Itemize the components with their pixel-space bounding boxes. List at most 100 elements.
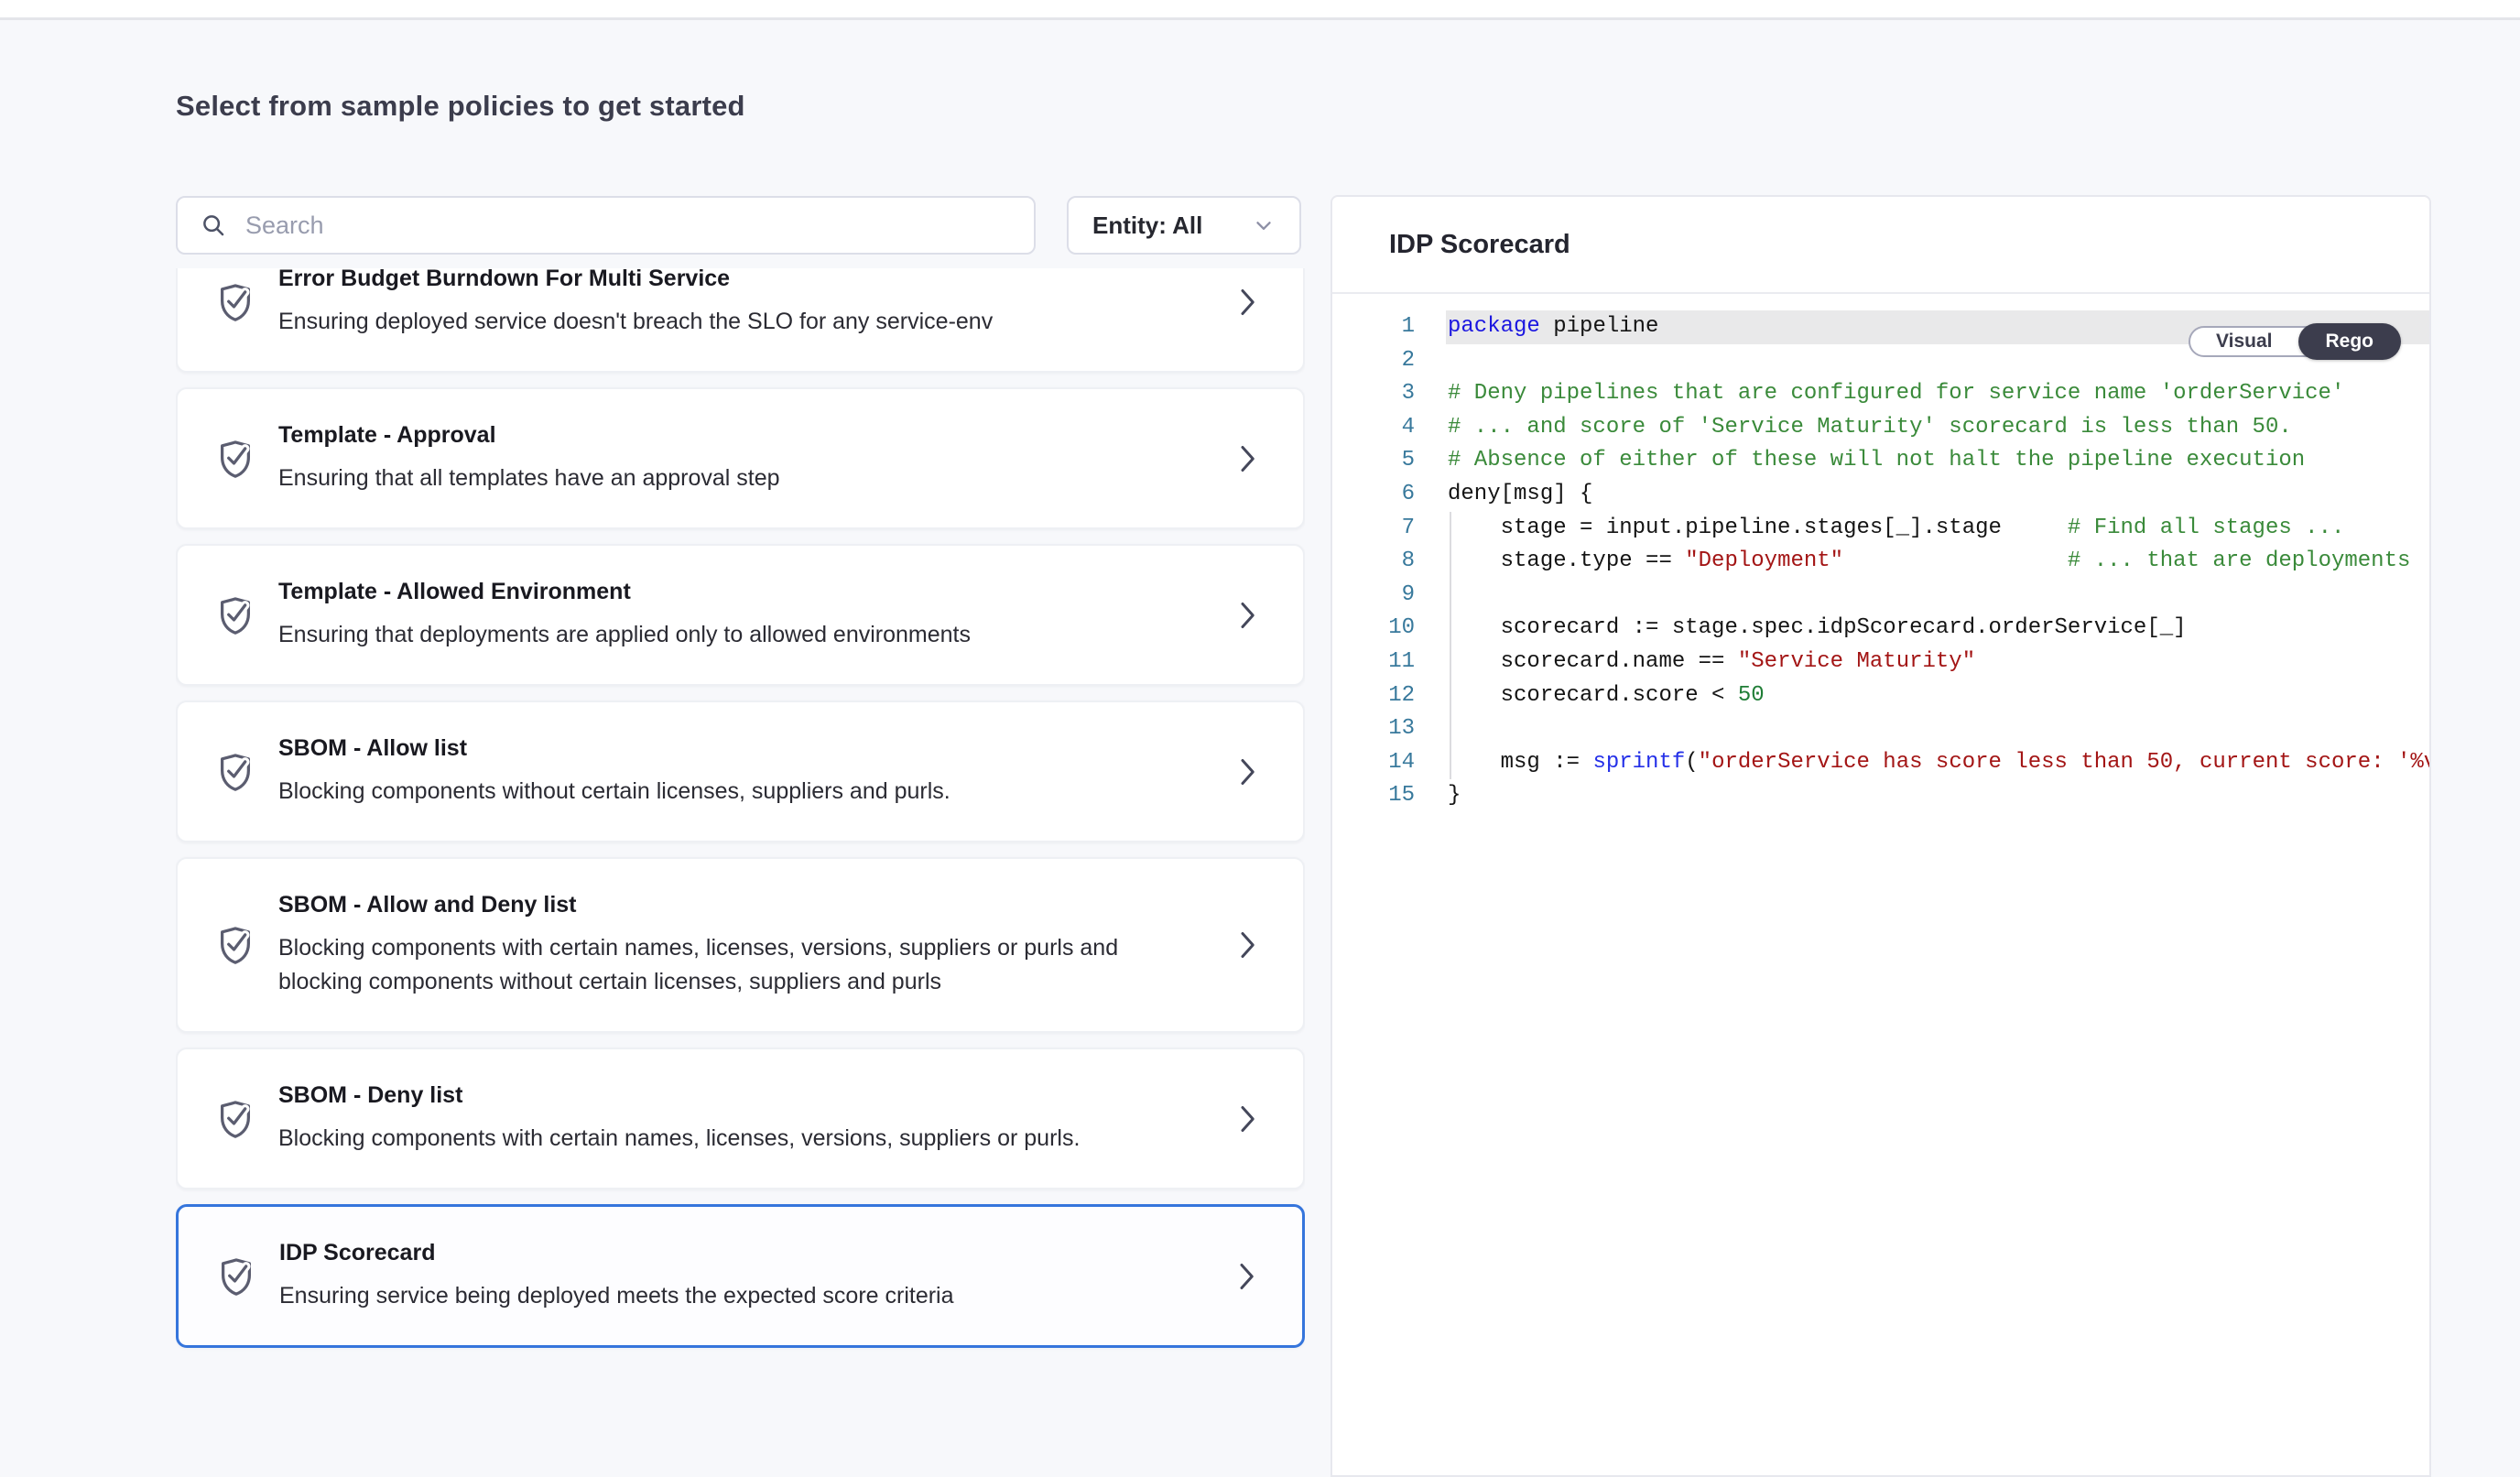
code-line-content: # ... and score of 'Service Maturity' sc… bbox=[1446, 411, 2429, 445]
code-line: 9 bbox=[1332, 579, 2429, 613]
chevron-right-icon bbox=[1233, 1258, 1260, 1295]
code-line: 10 scorecard := stage.spec.idpScorecard.… bbox=[1332, 612, 2429, 646]
line-number: 11 bbox=[1332, 646, 1415, 679]
policy-item-body: SBOM - Allow and Deny list Blocking comp… bbox=[278, 891, 1139, 999]
code-line-content: scorecard.score < 50 bbox=[1446, 679, 2429, 713]
line-number: 12 bbox=[1332, 679, 1415, 713]
mode-option-rego[interactable]: Rego bbox=[2298, 323, 2402, 360]
policy-item-description: Ensuring deployed service doesn't breach… bbox=[278, 305, 993, 339]
code-line: 12 scorecard.score < 50 bbox=[1332, 679, 2429, 713]
policy-item-description: Blocking components with certain names, … bbox=[278, 931, 1139, 999]
policy-list-item[interactable]: IDP Scorecard Ensuring service being dep… bbox=[176, 1204, 1305, 1348]
code-line: 8 stage.type == "Deployment" # ... that … bbox=[1332, 545, 2429, 579]
policy-item-body: SBOM - Allow list Blocking components wi… bbox=[278, 734, 950, 809]
policy-item-title: SBOM - Deny list bbox=[278, 1081, 1080, 1110]
shield-check-icon bbox=[214, 1096, 256, 1142]
shield-check-icon bbox=[215, 1254, 257, 1299]
shield-check-icon bbox=[214, 592, 256, 638]
shield-check-icon bbox=[214, 749, 256, 795]
code-line-content: stage.type == "Deployment" # ... that ar… bbox=[1446, 545, 2429, 579]
code-line: 7 stage = input.pipeline.stages[_].stage… bbox=[1332, 512, 2429, 546]
code-line-content: } bbox=[1446, 779, 2429, 813]
policy-detail-title: IDP Scorecard bbox=[1389, 230, 1570, 260]
line-number: 9 bbox=[1332, 579, 1415, 613]
policy-list-item[interactable]: SBOM - Allow and Deny list Blocking comp… bbox=[176, 857, 1305, 1033]
policy-item-description: Ensuring that all templates have an appr… bbox=[278, 462, 780, 495]
search-input[interactable] bbox=[245, 212, 1012, 240]
code-line: 15} bbox=[1332, 779, 2429, 813]
shield-check-icon bbox=[214, 922, 256, 968]
policy-list: Error Budget Burndown For Multi Service … bbox=[176, 268, 1305, 1355]
policy-item-description: Ensuring service being deployed meets th… bbox=[279, 1279, 954, 1313]
indent-guide bbox=[1450, 512, 1451, 779]
line-number: 5 bbox=[1332, 444, 1415, 478]
line-number: 8 bbox=[1332, 545, 1415, 579]
policy-list-item[interactable]: Error Budget Burndown For Multi Service … bbox=[176, 268, 1305, 373]
chevron-right-icon bbox=[1233, 597, 1261, 634]
policy-detail-header: IDP Scorecard bbox=[1332, 197, 2429, 294]
line-number: 10 bbox=[1332, 612, 1415, 646]
code-line: 3 # Deny pipelines that are configured fo… bbox=[1332, 377, 2429, 411]
code-line-content: scorecard.name == "Service Maturity" bbox=[1446, 646, 2429, 679]
policy-list-item[interactable]: Template - Approval Ensuring that all te… bbox=[176, 387, 1305, 529]
line-number: 3 bbox=[1332, 377, 1415, 411]
policy-item-title: SBOM - Allow and Deny list bbox=[278, 891, 1139, 919]
policy-list-item[interactable]: SBOM - Deny list Blocking components wit… bbox=[176, 1048, 1305, 1189]
line-number: 1 bbox=[1332, 310, 1415, 344]
chevron-right-icon bbox=[1233, 1101, 1261, 1137]
search-icon bbox=[200, 212, 227, 239]
policy-item-title: IDP Scorecard bbox=[279, 1239, 954, 1267]
policy-detail-panel: IDP Scorecard VisualRego 1package pipeli… bbox=[1331, 195, 2431, 1477]
entity-filter-label: Entity: All bbox=[1092, 212, 1202, 240]
code-line: 6 deny[msg] { bbox=[1332, 478, 2429, 512]
policy-item-description: Blocking components with certain names, … bbox=[278, 1122, 1080, 1156]
line-number: 14 bbox=[1332, 746, 1415, 780]
policy-item-body: Template - Allowed Environment Ensuring … bbox=[278, 578, 971, 652]
code-line: 4 # ... and score of 'Service Maturity' s… bbox=[1332, 411, 2429, 445]
code-line-content: scorecard := stage.spec.idpScorecard.ord… bbox=[1446, 612, 2429, 646]
policy-item-body: Error Budget Burndown For Multi Service … bbox=[278, 268, 993, 339]
chevron-right-icon bbox=[1233, 284, 1261, 320]
code-line-content: # Absence of either of these will not ha… bbox=[1446, 444, 2429, 478]
code-line-content: deny[msg] { bbox=[1446, 478, 2429, 512]
code-line: 14 msg := sprintf("orderService has scor… bbox=[1332, 746, 2429, 780]
policy-item-title: SBOM - Allow list bbox=[278, 734, 950, 763]
search-box[interactable] bbox=[176, 196, 1036, 255]
code-line-content: stage = input.pipeline.stages[_].stage #… bbox=[1446, 512, 2429, 546]
shield-check-icon bbox=[214, 436, 256, 482]
policy-list-item[interactable]: Template - Allowed Environment Ensuring … bbox=[176, 544, 1305, 686]
line-number: 2 bbox=[1332, 344, 1415, 378]
policy-item-body: IDP Scorecard Ensuring service being dep… bbox=[279, 1239, 954, 1313]
code-line-content: # Deny pipelines that are configured for… bbox=[1446, 377, 2429, 411]
entity-filter-dropdown[interactable]: Entity: All bbox=[1067, 196, 1301, 255]
policy-item-description: Ensuring that deployments are applied on… bbox=[278, 618, 971, 652]
shield-check-icon bbox=[214, 279, 256, 325]
line-number: 15 bbox=[1332, 779, 1415, 813]
policy-item-description: Blocking components without certain lice… bbox=[278, 775, 950, 809]
line-number: 6 bbox=[1332, 478, 1415, 512]
policy-item-title: Template - Allowed Environment bbox=[278, 578, 971, 606]
chevron-down-icon bbox=[1252, 213, 1276, 237]
code-line-content: msg := sprintf("orderService has score l… bbox=[1446, 746, 2429, 780]
rego-code-editor[interactable]: 1package pipeline23# Deny pipelines that… bbox=[1332, 310, 2429, 813]
code-line: 11 scorecard.name == "Service Maturity" bbox=[1332, 646, 2429, 679]
page-title: Select from sample policies to get start… bbox=[176, 90, 745, 123]
line-number: 13 bbox=[1332, 712, 1415, 746]
code-line: 13 bbox=[1332, 712, 2429, 746]
chevron-right-icon bbox=[1233, 754, 1261, 790]
line-number: 4 bbox=[1332, 411, 1415, 445]
chevron-right-icon bbox=[1233, 440, 1261, 477]
line-number: 7 bbox=[1332, 512, 1415, 546]
chevron-right-icon bbox=[1233, 927, 1261, 963]
code-line-content bbox=[1446, 579, 2429, 613]
policy-item-body: Template - Approval Ensuring that all te… bbox=[278, 421, 780, 495]
policy-list-item[interactable]: SBOM - Allow list Blocking components wi… bbox=[176, 700, 1305, 842]
policy-item-title: Error Budget Burndown For Multi Service bbox=[278, 268, 993, 293]
code-line: 5 # Absence of either of these will not h… bbox=[1332, 444, 2429, 478]
policy-item-title: Template - Approval bbox=[278, 421, 780, 450]
code-line-content bbox=[1446, 712, 2429, 746]
top-bar bbox=[0, 0, 2520, 20]
editor-mode-toggle: VisualRego bbox=[2189, 326, 2400, 357]
mode-option-visual[interactable]: Visual bbox=[2190, 328, 2297, 355]
policy-item-body: SBOM - Deny list Blocking components wit… bbox=[278, 1081, 1080, 1156]
